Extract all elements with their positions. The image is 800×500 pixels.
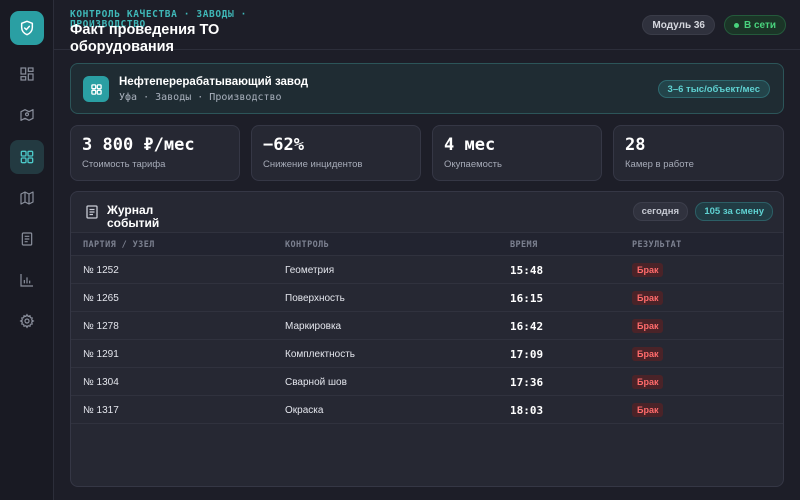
table-row[interactable]: № 1304 Сварной шов 17:36 Брак [71, 368, 783, 396]
cell-time: 15:48 [510, 264, 544, 277]
cell-control: Геометрия [285, 265, 335, 276]
document-icon [21, 232, 33, 246]
grid-icon [20, 150, 34, 164]
sidebar-item-grid[interactable] [10, 140, 44, 174]
cell-time: 17:36 [510, 376, 544, 389]
column-header-control[interactable]: КОНТРОЛЬ [285, 240, 329, 250]
result-badge: Брак [632, 347, 664, 361]
cell-time: 18:03 [510, 404, 544, 417]
sidebar [0, 0, 54, 500]
dashboard-icon [20, 67, 34, 81]
stat-card-payback: 4 мес Окупаемость [432, 125, 602, 181]
shift-count-badge: 105 за смену [695, 202, 773, 221]
result-badge: Брак [632, 403, 664, 417]
table-row[interactable]: № 1252 Геометрия 15:48 Брак [71, 256, 783, 284]
table-header: ПАРТИЯ / УЗЕЛ КОНТРОЛЬ ВРЕМЯ РЕЗУЛЬТАТ [71, 232, 783, 256]
stat-card-cameras: 28 Камер в работе [613, 125, 784, 181]
facility-name: Нефтеперерабатывающий завод [119, 76, 308, 88]
cell-time: 16:42 [510, 320, 544, 333]
result-badge: Брак [632, 375, 664, 389]
journal-title: Журнал событий [107, 203, 160, 230]
facility-subtitle: Уфа · Заводы · Производство [119, 92, 282, 103]
cell-batch: № 1317 [83, 405, 119, 416]
bar-chart-icon [20, 274, 33, 287]
facility-icon [83, 76, 109, 102]
sidebar-item-analytics[interactable] [10, 263, 44, 297]
stat-label: Стоимость тарифа [82, 159, 166, 170]
cell-time: 17:09 [510, 348, 544, 361]
result-badge: Брак [632, 291, 664, 305]
stat-value: −62% [263, 135, 304, 155]
stat-value: 4 мес [444, 135, 496, 155]
filter-today-button[interactable]: сегодня [632, 202, 688, 221]
cell-batch: № 1291 [83, 349, 119, 360]
cell-batch: № 1252 [83, 265, 119, 276]
table-row[interactable]: № 1291 Комплектность 17:09 Брак [71, 340, 783, 368]
result-badge: Брак [632, 319, 664, 333]
cell-time: 16:15 [510, 292, 544, 305]
price-badge: 3–6 тыс/объект/мес [657, 80, 770, 98]
result-badge: Брак [632, 263, 664, 277]
column-header-result[interactable]: РЕЗУЛЬТАТ [632, 240, 682, 250]
table-row[interactable]: № 1317 Окраска 18:03 Брак [71, 396, 783, 424]
sidebar-item-map-folded[interactable] [10, 181, 44, 215]
top-header: Контроль качества · Заводы · Производств… [54, 0, 800, 55]
status-badge: В сети [723, 15, 786, 35]
stat-label: Снижение инцидентов [263, 159, 363, 170]
column-header-batch[interactable]: ПАРТИЯ / УЗЕЛ [83, 240, 155, 250]
sidebar-item-map[interactable] [10, 98, 44, 132]
cell-control: Окраска [285, 405, 324, 416]
gear-icon [19, 313, 35, 329]
table-row[interactable]: № 1278 Маркировка 16:42 Брак [71, 312, 783, 340]
stat-label: Камер в работе [625, 159, 694, 170]
shield-check-icon [20, 20, 34, 36]
event-journal: Журнал событий сегодня 105 за смену ПАРТ… [70, 191, 784, 487]
module-label: Модуль 36 [652, 19, 705, 31]
sidebar-item-dashboard[interactable] [10, 57, 44, 91]
cell-control: Комплектность [285, 349, 356, 360]
grid-icon [90, 83, 102, 95]
cell-control: Маркировка [285, 321, 342, 332]
stat-card-tariff: 3 800 ₽/мес Стоимость тарифа [70, 125, 240, 181]
document-icon [86, 205, 98, 219]
cell-batch: № 1278 [83, 321, 119, 332]
stat-card-incidents: −62% Снижение инцидентов [251, 125, 421, 181]
stat-value: 28 [625, 135, 646, 155]
cell-batch: № 1304 [83, 377, 119, 388]
status-label: В сети [743, 19, 776, 31]
module-badge[interactable]: Модуль 36 [642, 15, 715, 35]
column-header-time[interactable]: ВРЕМЯ [510, 240, 538, 250]
cell-batch: № 1265 [83, 293, 119, 304]
journal-header: Журнал событий сегодня 105 за смену [71, 192, 783, 232]
facility-card[interactable]: Нефтеперерабатывающий завод Уфа · Заводы… [70, 63, 784, 114]
page-title: Факт проведения ТО оборудования [70, 22, 220, 55]
app-logo[interactable] [10, 11, 44, 45]
map-icon [20, 191, 34, 205]
cell-control: Поверхность [285, 293, 345, 304]
sidebar-item-documents[interactable] [10, 222, 44, 256]
table-row[interactable]: № 1265 Поверхность 16:15 Брак [71, 284, 783, 312]
stat-value: 3 800 ₽/мес [82, 135, 195, 155]
stat-label: Окупаемость [444, 159, 502, 170]
sidebar-item-settings[interactable] [10, 304, 44, 338]
online-dot-icon [733, 22, 739, 28]
map-pin-icon [20, 109, 34, 121]
cell-control: Сварной шов [285, 377, 347, 388]
